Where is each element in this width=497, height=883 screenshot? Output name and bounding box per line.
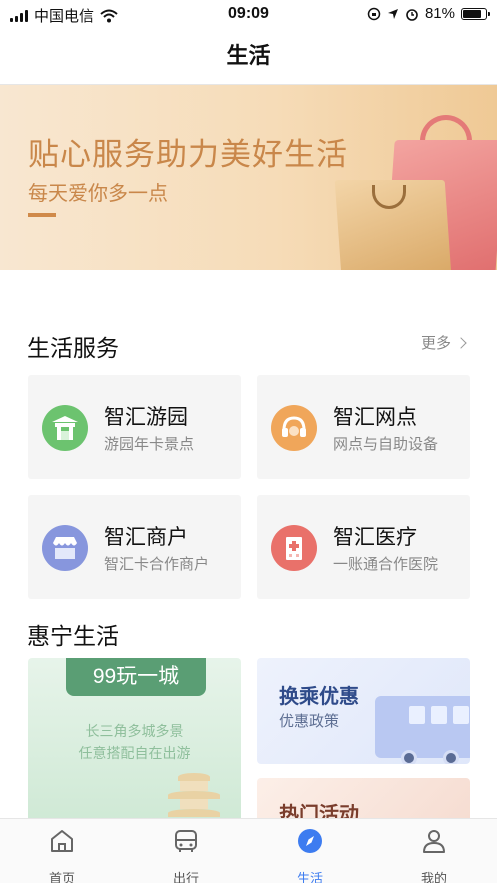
section-title-life-services: 生活服务 bbox=[27, 335, 119, 361]
promo-line-2: 任意搭配自在出游 bbox=[78, 745, 191, 761]
more-link[interactable]: 更多 bbox=[420, 332, 467, 353]
tab-label: 生活 bbox=[296, 871, 323, 883]
location-icon bbox=[387, 8, 398, 19]
section-title-huining: 惠宁生活 bbox=[27, 623, 119, 649]
promo-events-title: 热门活动 bbox=[279, 804, 359, 818]
card-subtitle: 智汇卡合作商户 bbox=[104, 556, 210, 573]
promo-transfer-title: 换乘优惠 bbox=[279, 686, 359, 708]
page-title: 生活 bbox=[226, 43, 271, 68]
compass-icon bbox=[298, 829, 322, 853]
promo-tag: 99玩一城 bbox=[66, 658, 206, 696]
service-card-outlets[interactable]: 智汇网点 网点与自助设备 bbox=[257, 375, 470, 479]
tab-travel[interactable]: 出行 bbox=[146, 827, 226, 883]
battery-percent: 81% bbox=[424, 5, 455, 22]
bus-illustration-icon bbox=[375, 696, 470, 764]
home-icon bbox=[51, 830, 73, 852]
promo-banner[interactable]: 贴心服务助力美好生活 每天爱你多一点 bbox=[0, 85, 497, 270]
banner-title: 贴心服务助力美好生活 bbox=[28, 137, 348, 172]
more-label: 更多 bbox=[420, 335, 451, 352]
battery-icon bbox=[461, 7, 490, 20]
promo-transfer[interactable]: 换乘优惠 优惠政策 bbox=[257, 658, 470, 764]
service-card-merchants[interactable]: 智汇商户 智汇卡合作商户 bbox=[28, 495, 241, 599]
headset-icon bbox=[271, 405, 317, 451]
card-subtitle: 游园年卡景点 bbox=[104, 436, 195, 453]
tab-bar: 首页 出行 生活 我的 bbox=[0, 818, 497, 883]
promo-city-pass[interactable]: 99玩一城 长三角多城多景 任意搭配自在出游 bbox=[28, 658, 241, 823]
banner-underline bbox=[28, 213, 56, 217]
card-title: 智汇医疗 bbox=[333, 526, 417, 549]
storefront-icon bbox=[42, 525, 88, 571]
status-right: 81% bbox=[367, 5, 490, 22]
pagoda-icon bbox=[168, 773, 220, 823]
promo-transfer-subtitle: 优惠政策 bbox=[279, 713, 340, 730]
hospital-icon bbox=[271, 525, 317, 571]
card-title: 智汇网点 bbox=[333, 406, 417, 429]
banner-subtitle: 每天爱你多一点 bbox=[28, 183, 168, 205]
promo-line-1: 长三角多城多景 bbox=[85, 723, 184, 739]
person-icon bbox=[423, 830, 445, 853]
tab-label: 我的 bbox=[420, 871, 447, 883]
chevron-right-icon bbox=[455, 336, 467, 349]
card-title: 智汇商户 bbox=[104, 526, 188, 549]
battery-level bbox=[463, 9, 481, 18]
card-subtitle: 网点与自助设备 bbox=[333, 436, 439, 453]
alarm-icon bbox=[406, 8, 418, 21]
status-bar: 中国电信 09:09 81% bbox=[0, 0, 497, 30]
bus-icon bbox=[175, 830, 197, 852]
tab-label: 首页 bbox=[48, 871, 75, 883]
service-card-garden[interactable]: 智汇游园 游园年卡景点 bbox=[28, 375, 241, 479]
tab-life[interactable]: 生活 bbox=[270, 827, 350, 883]
garden-gate-icon bbox=[42, 405, 88, 451]
lock-rotation-icon bbox=[367, 7, 381, 20]
card-subtitle: 一账通合作医院 bbox=[333, 556, 439, 573]
tab-home[interactable]: 首页 bbox=[22, 827, 102, 883]
tab-label: 出行 bbox=[172, 871, 199, 883]
card-title: 智汇游园 bbox=[104, 406, 188, 429]
promo-events[interactable]: 热门活动 bbox=[257, 778, 470, 818]
tab-mine[interactable]: 我的 bbox=[394, 827, 474, 883]
service-card-medical[interactable]: 智汇医疗 一账通合作医院 bbox=[257, 495, 470, 599]
